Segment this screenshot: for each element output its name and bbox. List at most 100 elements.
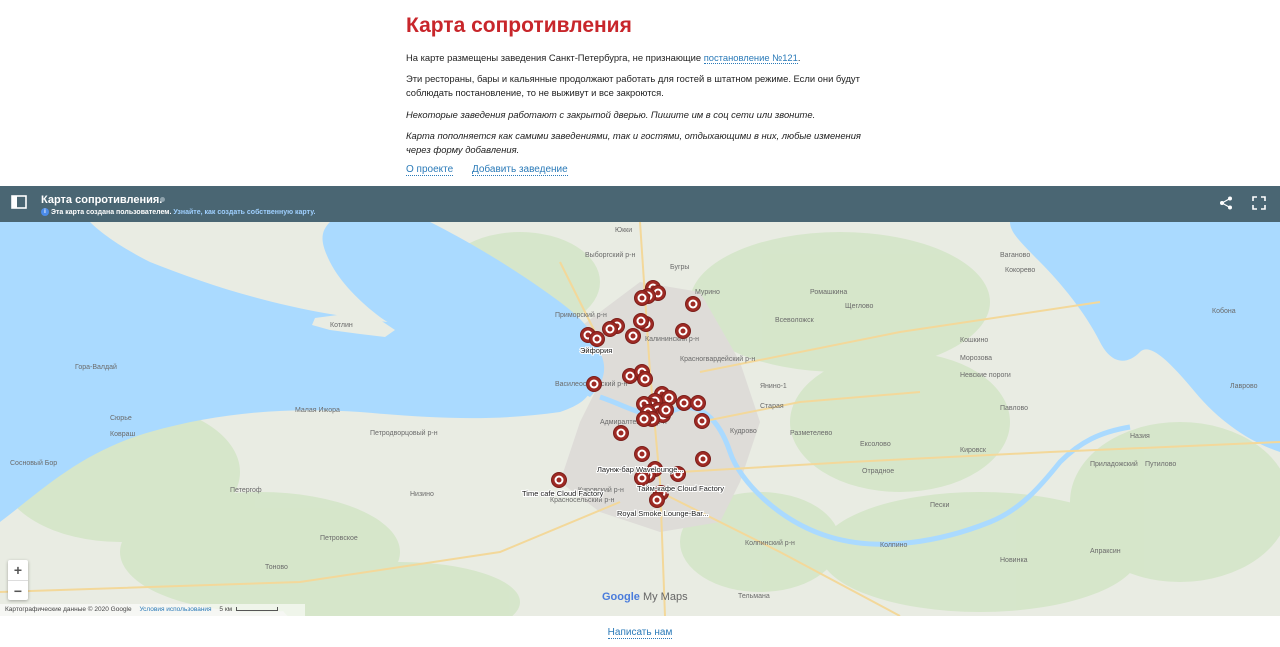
place-label: Тоново [265, 564, 288, 571]
map-canvas[interactable]: Котлин Сосновый Бор Всеволожск Кировск Колпи… [0, 222, 1280, 616]
venue-marker[interactable] [685, 296, 701, 312]
place-label: Кошкино [960, 337, 988, 344]
place-label: Выборгский р-н [585, 251, 635, 259]
place-label: Петергоф [230, 487, 262, 494]
zoom-out-button[interactable]: − [8, 581, 28, 601]
place-label: Морозова [960, 355, 992, 362]
venue-marker[interactable] [694, 413, 710, 429]
terms-link[interactable]: Условия использования [139, 606, 211, 613]
place-label: Приладожский [1090, 460, 1138, 468]
place-label: Петровское [320, 535, 358, 542]
place-label: Калининский р-н [645, 335, 699, 343]
venue-marker[interactable] [636, 411, 652, 427]
fullscreen-icon[interactable] [1252, 196, 1266, 210]
about-link[interactable]: О проекте [406, 164, 454, 176]
place-label: Тельмана [738, 593, 770, 600]
venue-marker[interactable] [625, 328, 641, 344]
venue-marker[interactable] [637, 371, 653, 387]
zoom-control: + − [8, 560, 28, 600]
venue-marker[interactable] [551, 472, 567, 488]
venue-marker[interactable] [675, 323, 691, 339]
intro-links: О проекте Добавить заведение [406, 164, 584, 176]
venue-marker[interactable] [649, 492, 665, 508]
google-my-maps-logo: Google My Maps [602, 591, 688, 603]
map-note-text: Эта карта создана пользователем. [51, 208, 172, 216]
place-label: Путилово [1145, 461, 1176, 468]
place-label: Петродворцовый р-н [370, 429, 438, 437]
scale-label: 5 км [219, 606, 233, 613]
place-label: Новинка [1000, 557, 1028, 564]
share-icon[interactable] [1219, 196, 1233, 210]
place-label: Ромашкина [810, 289, 847, 296]
venue-marker[interactable] [586, 376, 602, 392]
place-label: Невские пороги [960, 372, 1011, 379]
place-label: Кобона [1212, 307, 1236, 315]
place-label: Ковраш [110, 431, 135, 438]
intro: Карта сопротивления На карте размещены з… [406, 14, 866, 176]
learn-link[interactable]: Узнайте, как создать собственную карту. [173, 209, 315, 216]
place-label: Отрадное [862, 468, 894, 475]
marker-label: Лаунж-бар Wavelounge... [597, 465, 684, 474]
place-label: Ексолово [860, 441, 891, 448]
venue-marker[interactable] [602, 321, 618, 337]
info-icon: i [41, 208, 49, 216]
marker-label: Royal Smoke Lounge-Bar... [617, 509, 709, 518]
google-logo-text: Google [602, 591, 640, 603]
marker-label: Тайм-кафе Cloud Factory [637, 484, 724, 493]
place-label: Сюрье [110, 415, 132, 422]
place-label: Котлин [330, 322, 353, 329]
marker-label: Time cafe Cloud Factory [522, 489, 604, 498]
place-label: Апраксин [1090, 548, 1121, 555]
place-label: Кокорево [1005, 267, 1035, 274]
venue-marker[interactable] [613, 425, 629, 441]
place-label: Лаврово [1230, 383, 1258, 390]
attribution-text: Картографические данные © 2020 Google [5, 606, 132, 613]
place-label: Красногвардейский р-н [680, 355, 755, 363]
decree-link[interactable]: постановление №121 [703, 52, 798, 64]
venue-marker[interactable] [634, 446, 650, 462]
add-venue-link[interactable]: Добавить заведение [471, 164, 568, 176]
place-label: Кудрово [730, 428, 757, 435]
venue-marker[interactable] [633, 313, 649, 329]
venue-marker[interactable] [695, 451, 711, 467]
place-label: Низино [410, 491, 434, 498]
place-label: Юкки [615, 227, 632, 234]
place-label: Бугры [670, 264, 689, 271]
map-header: Карта сопротивления. i Эта карта создана … [0, 186, 1280, 222]
venue-marker[interactable] [589, 331, 605, 347]
place-label: Гора-Валдай [75, 363, 117, 371]
zoom-in-button[interactable]: + [8, 560, 28, 580]
map-attribution: Картографические данные © 2020 Google Ус… [0, 604, 305, 616]
place-label: Пески [930, 502, 949, 509]
venue-marker[interactable] [676, 395, 692, 411]
place-label: Старая [760, 403, 784, 410]
place-label: Павлово [1000, 405, 1028, 412]
map-svg: Котлин Сосновый Бор Всеволожск Кировск Колпи… [0, 222, 1280, 616]
mymaps-logo-text: My Maps [642, 591, 688, 603]
place-label: Вагановo [1000, 252, 1030, 259]
place-label: Колпино [880, 542, 907, 549]
intro-paragraph-3: Некоторые заведения работают с закрытой … [406, 109, 816, 120]
place-label: Кировск [960, 447, 987, 454]
place-label: Янино-1 [760, 383, 787, 390]
place-label: Колпинский р-н [745, 539, 795, 547]
place-label: Малая Ижора [295, 407, 340, 414]
legend-toggle-icon[interactable] [11, 195, 27, 209]
map-title-dot-icon [160, 197, 165, 202]
venue-marker[interactable] [634, 290, 650, 306]
place-label: Щеглово [845, 303, 874, 310]
scale-bar [236, 607, 279, 612]
map-title: Карта сопротивления. [41, 194, 163, 206]
place-label: Разметелево [790, 430, 832, 437]
venue-marker[interactable] [658, 402, 674, 418]
intro-punct: . [797, 52, 801, 63]
map-note: i Эта карта создана пользователем. Узнайт… [41, 208, 315, 216]
place-label: Назия [1130, 433, 1150, 440]
marker-label: Эйфория [580, 346, 612, 355]
intro-paragraph-2: Эти рестораны, бары и кальянные продолжа… [406, 73, 860, 98]
contact-area: Написать нам [0, 627, 1280, 639]
page-title: Карта сопротивления [406, 14, 632, 37]
place-label: Приморский р-н [555, 311, 607, 319]
venue-marker[interactable] [690, 395, 706, 411]
write-us-link[interactable]: Написать нам [607, 627, 673, 639]
